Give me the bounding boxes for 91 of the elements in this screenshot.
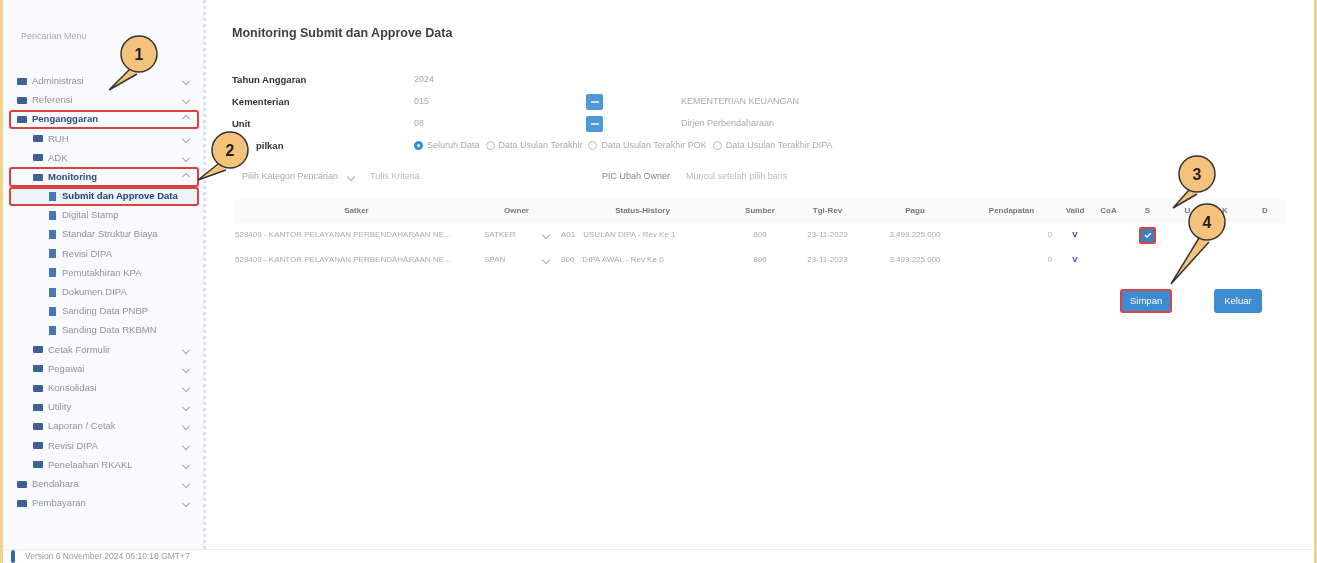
lookup-button[interactable] <box>586 115 603 132</box>
field-value: 08 <box>414 117 425 130</box>
column-header: D <box>1245 198 1285 223</box>
sidebar-item[interactable]: Standar Struktur Biaya <box>9 225 199 245</box>
column-header: Sumber <box>730 198 790 223</box>
field-label: Kementerian <box>232 94 291 109</box>
sidebar-item[interactable]: Referensi <box>9 90 199 110</box>
folder-icon <box>33 173 43 181</box>
sidebar-item[interactable]: Laporan / Cetak <box>9 416 199 437</box>
table-cell: 800 <box>753 255 767 265</box>
page-title: Monitoring Submit dan Approve Data <box>232 25 454 42</box>
folder-icon <box>17 115 27 123</box>
sidebar-item[interactable]: Revisi DIPA <box>9 244 199 264</box>
radio-option[interactable]: Data Usulan Terakhir <box>485 139 583 153</box>
column-header: Status-History <box>555 198 730 223</box>
folder-icon <box>33 442 43 450</box>
field-value: 015 <box>414 95 431 108</box>
sidebar-item[interactable]: Sanding Data RKBMN <box>9 320 199 341</box>
field-label: Tahun Anggaran <box>232 72 308 87</box>
table-cell: 3.499.225.000 <box>889 255 941 265</box>
sidebar-item[interactable]: Pemutakhiran KPA <box>9 263 199 283</box>
sidebar-item[interactable]: Utility <box>9 397 199 417</box>
owner-label: PIC Ubah Owner <box>602 170 671 183</box>
folder-icon <box>33 461 43 469</box>
table-cell: 23-11-2023 <box>807 255 848 265</box>
logo-icon <box>11 550 15 563</box>
valid-mark: V <box>1072 230 1078 240</box>
field-value: 2024 <box>414 73 436 86</box>
folder-icon <box>33 365 43 373</box>
folder-icon <box>33 346 43 354</box>
column-header: Pagu <box>865 198 965 223</box>
column-header: S <box>1125 198 1170 223</box>
table-cell: 528409 - KANTOR PELAYANAN PERBENDAHARAAN NE... <box>235 230 451 240</box>
folder-icon <box>33 154 43 162</box>
table-cell: 528409 - KANTOR PELAYANAN PERBENDAHARAAN NE... <box>235 255 451 265</box>
action-button[interactable]: Simpan <box>1120 288 1173 313</box>
sidebar-item[interactable]: Sanding Data PNBP <box>9 301 199 321</box>
column-header: Owner <box>478 198 555 223</box>
column-header: CoA <box>1092 198 1125 223</box>
sidebar-item[interactable]: Digital Stamp <box>9 205 199 225</box>
folder-icon <box>33 135 43 143</box>
radio-option[interactable]: Data Usulan Terakhir DIPA <box>712 139 833 153</box>
sidebar-item[interactable]: ADK <box>9 148 199 168</box>
owner-field[interactable]: Muncul setelah pilih baris <box>686 170 867 184</box>
valid-mark: V <box>1072 255 1078 265</box>
folder-icon <box>17 96 27 104</box>
column-header: Tgl-Rev <box>790 198 865 223</box>
sidebar-item[interactable]: Monitoring <box>9 167 199 187</box>
field-value: KEMENTERIAN KEUANGAN <box>681 95 800 108</box>
radio-option[interactable]: Seluruh Data <box>414 139 480 153</box>
table-cell: 0 <box>1047 230 1052 240</box>
sidebar-item[interactable]: Submit dan Approve Data <box>9 186 199 206</box>
field-label: Unit <box>232 116 252 131</box>
table-cell: 3.499.225.000 <box>889 230 941 240</box>
sidebar-item[interactable]: Penganggaran <box>9 109 199 130</box>
version-text: Version 6 November 2024 06:10:18 GMT+7 <box>25 550 190 563</box>
field-label: pilkan <box>256 138 285 153</box>
field-value: Dirjen Perbendaharaan <box>681 117 775 130</box>
table-cell: 0 <box>1047 255 1052 265</box>
folder-icon <box>33 403 43 411</box>
table-cell: USULAN DIPA - Rev Ke 1 <box>583 230 676 240</box>
lookup-button[interactable] <box>586 93 603 110</box>
column-header: Satker <box>235 198 478 223</box>
sidebar-item[interactable]: Pembayaran <box>9 493 199 513</box>
table-cell: 800 <box>561 255 575 265</box>
sidebar-item[interactable]: Pegawai <box>9 359 199 379</box>
owner-dropdown[interactable]: SPAN <box>484 254 555 267</box>
column-header: Valid <box>1058 198 1092 223</box>
table-cell: 23-11-2023 <box>807 230 848 240</box>
owner-dropdown[interactable]: SATKER <box>484 229 555 242</box>
action-button[interactable]: Keluar <box>1214 288 1262 313</box>
folder-icon <box>33 422 43 430</box>
radio-option[interactable]: Data Usulan Terakhir POK <box>588 139 707 153</box>
folder-icon <box>17 77 27 85</box>
sidebar-item[interactable]: Penelaahan RKAKL <box>9 455 199 475</box>
sidebar-item[interactable]: RUH <box>9 129 199 149</box>
sidebar-item[interactable]: Bendahara <box>9 474 199 494</box>
table-cell: 800 <box>753 230 767 240</box>
column-header: Pendapatan <box>965 198 1058 223</box>
criteria-field[interactable]: Tulis Kriteria <box>370 170 541 184</box>
folder-icon <box>33 384 43 392</box>
checkbox[interactable] <box>1139 226 1156 244</box>
sidebar-item[interactable]: Konsolidasi <box>9 378 199 398</box>
check-icon <box>1143 232 1152 239</box>
sidebar-item[interactable]: Revisi DIPA <box>9 436 199 456</box>
category-dropdown[interactable]: Pilih Kategori Pencarian <box>242 170 355 184</box>
table-cell: A01 <box>561 230 576 240</box>
sidebar-item[interactable]: Cetak Formulir <box>9 340 199 360</box>
folder-icon <box>17 499 27 507</box>
sidebar-item[interactable]: Dokumen DIPA <box>9 282 199 302</box>
folder-icon <box>17 480 27 488</box>
